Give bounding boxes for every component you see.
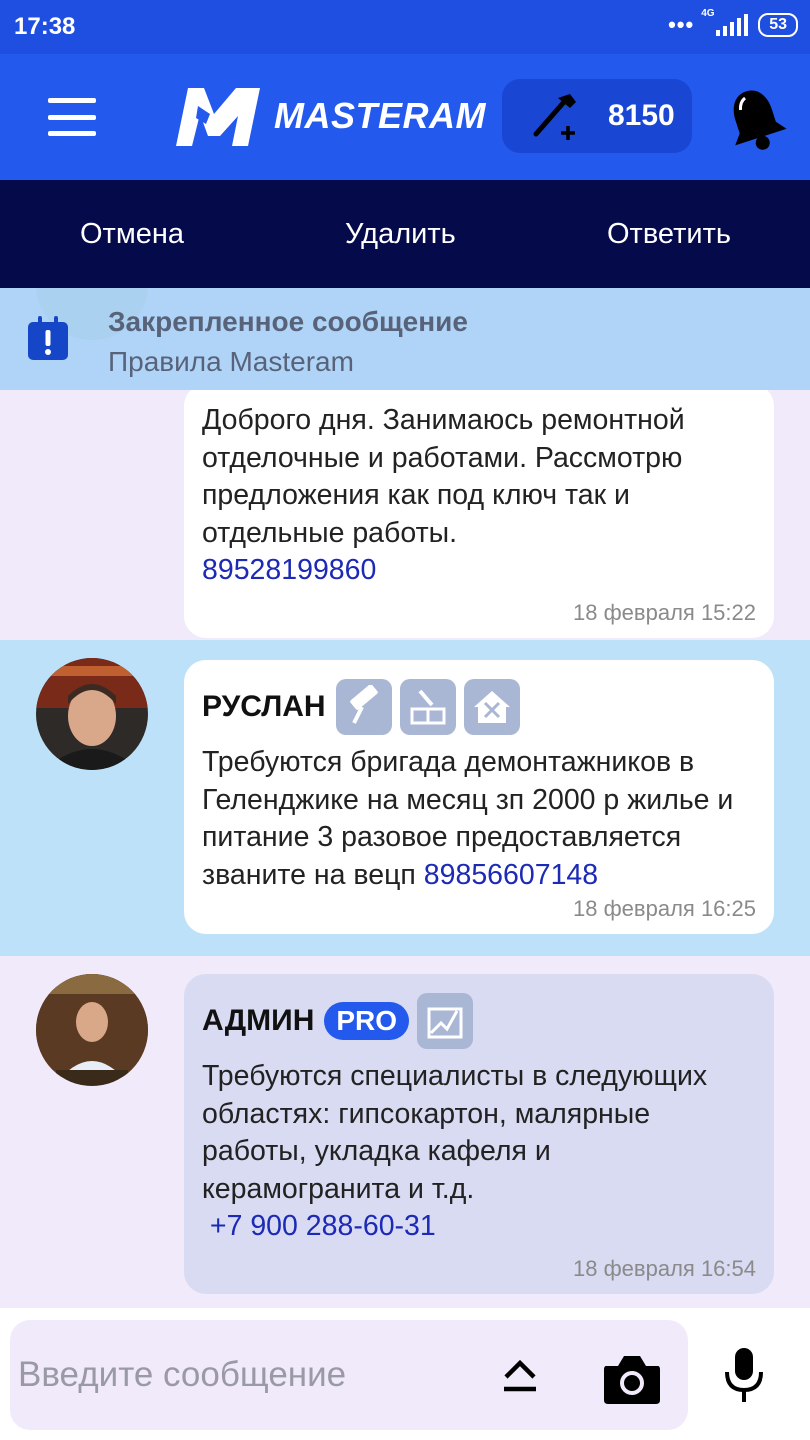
avatar[interactable] <box>36 974 148 1086</box>
selection-action-bar: Отмена Удалить Ответить <box>0 180 810 288</box>
app-header: MASTERAM 8150 <box>0 54 810 180</box>
message-text: Требуются специалисты в следующих област… <box>202 1058 756 1246</box>
cancel-button[interactable]: Отмена <box>80 218 184 251</box>
delete-button[interactable]: Удалить <box>345 218 456 251</box>
message-input[interactable] <box>18 1350 488 1400</box>
phone-link[interactable]: +7 900 288-60-31 <box>210 1210 436 1242</box>
message-body: Требуются специалисты в следующих област… <box>202 1060 708 1205</box>
message-bubble[interactable]: Доброго дня. Занимаюсь ремонтной отделоч… <box>184 384 774 638</box>
expand-up-icon[interactable] <box>500 1355 540 1395</box>
sender-name: РУСЛАН <box>202 690 326 723</box>
message-bubble[interactable]: РУСЛАН Требуются бригада демонтажников в… <box>184 660 774 934</box>
battery-level: 53 <box>769 16 787 33</box>
logo-text: MASTERAM <box>274 95 486 136</box>
menu-button[interactable] <box>48 98 96 136</box>
microphone-icon[interactable] <box>722 1346 766 1404</box>
sender-line: АДМИН PRO <box>202 992 756 1050</box>
drywall-icon[interactable] <box>417 993 474 1049</box>
chat-list[interactable]: Доброго дня. Занимаюсь ремонтной отделоч… <box>0 288 810 1308</box>
logo: MASTERAM <box>170 84 486 148</box>
tiling-icon[interactable] <box>399 679 456 735</box>
message-row[interactable]: АДМИН PRO Требуются специалисты в следую… <box>0 956 810 1308</box>
message-body: Доброго дня. Занимаюсь ремонтной отделоч… <box>202 404 685 549</box>
reply-button[interactable]: Ответить <box>607 218 731 251</box>
message-time: 18 февраля 16:25 <box>573 896 756 921</box>
message-composer <box>0 1308 810 1440</box>
message-row[interactable]: РУСЛАН Требуются бригада демонтажников в… <box>0 640 810 956</box>
pinned-message[interactable]: Закрепленное сообщение Правила Masteram <box>0 288 810 390</box>
signal-icon: 4G <box>701 8 749 36</box>
notification-bell-icon[interactable] <box>722 84 788 154</box>
coins-button[interactable]: 8150 <box>502 79 692 153</box>
avatar[interactable] <box>36 658 148 770</box>
network-type: 4G <box>701 8 715 19</box>
paint-roller-icon[interactable] <box>335 679 392 735</box>
status-indicators: ••• 4G 53 <box>668 8 798 38</box>
sender-name: АДМИН <box>202 1004 315 1037</box>
message-input-box[interactable] <box>10 1320 688 1430</box>
pinned-subtitle: Правила Masteram <box>108 346 354 377</box>
battery-icon: 53 <box>758 13 798 37</box>
pro-badge: PRO <box>324 1002 410 1040</box>
message-text: Доброго дня. Занимаюсь ремонтной отделоч… <box>202 402 756 590</box>
message-text: Требуются бригада демонтажников в Геленд… <box>202 744 756 894</box>
pinned-title: Закрепленное сообщение <box>108 306 468 337</box>
message-bubble[interactable]: АДМИН PRO Требуются специалисты в следую… <box>184 974 774 1294</box>
phone-link[interactable]: 89528199860 <box>202 554 376 586</box>
status-time: 17:38 <box>14 13 76 40</box>
status-bar: 17:38 ••• 4G 53 <box>0 0 810 54</box>
more-dots-icon: ••• <box>668 12 695 37</box>
message-time: 18 февраля 15:22 <box>573 599 756 625</box>
house-tools-icon[interactable] <box>463 679 520 735</box>
coins-value: 8150 <box>608 99 675 132</box>
message-time: 18 февраля 16:54 <box>573 1255 756 1281</box>
hammer-plus-icon <box>533 94 576 140</box>
camera-icon[interactable] <box>602 1352 662 1406</box>
sender-line: РУСЛАН <box>202 678 756 736</box>
logo-mark-icon <box>176 88 260 146</box>
info-alert-icon <box>28 316 68 360</box>
phone-link[interactable]: 89856607148 <box>424 859 598 891</box>
